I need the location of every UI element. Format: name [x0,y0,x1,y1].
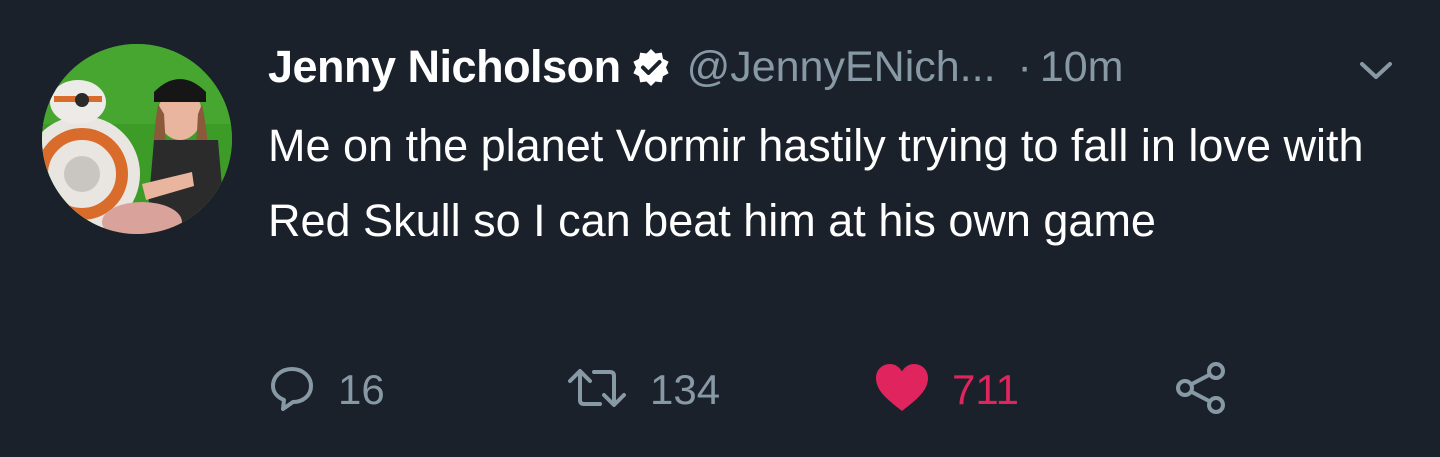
author-handle[interactable]: @JennyENich... [687,43,996,92]
retweet-count: 134 [650,366,721,413]
author-name[interactable]: Jenny Nicholson [268,41,621,93]
reply-button[interactable]: 16 [268,360,385,420]
tweet-timestamp[interactable]: 10m [1040,43,1124,92]
tweet-text: Me on the planet Vormir hastily trying t… [268,120,1364,246]
reply-count: 16 [338,366,385,413]
tweet-actions: 16 134 711 [268,360,1268,420]
separator-dot: · [1017,42,1032,91]
like-button[interactable]: 711 [874,360,1019,420]
speech-bubble-icon [268,364,316,417]
retweet-arrows-icon [566,364,628,417]
tweet-header: Jenny Nicholson @JennyENich... · 10m [268,36,1124,98]
share-button[interactable] [1174,360,1230,420]
avatar[interactable] [42,44,232,234]
like-count: 711 [952,366,1019,413]
heart-icon [874,363,930,418]
tweet-card[interactable]: Jenny Nicholson @JennyENich... · 10m Me … [0,0,1440,457]
retweet-button[interactable]: 134 [566,360,720,420]
verified-badge-icon [631,47,671,87]
chevron-down-icon[interactable] [1356,56,1396,84]
share-icon [1174,361,1230,419]
